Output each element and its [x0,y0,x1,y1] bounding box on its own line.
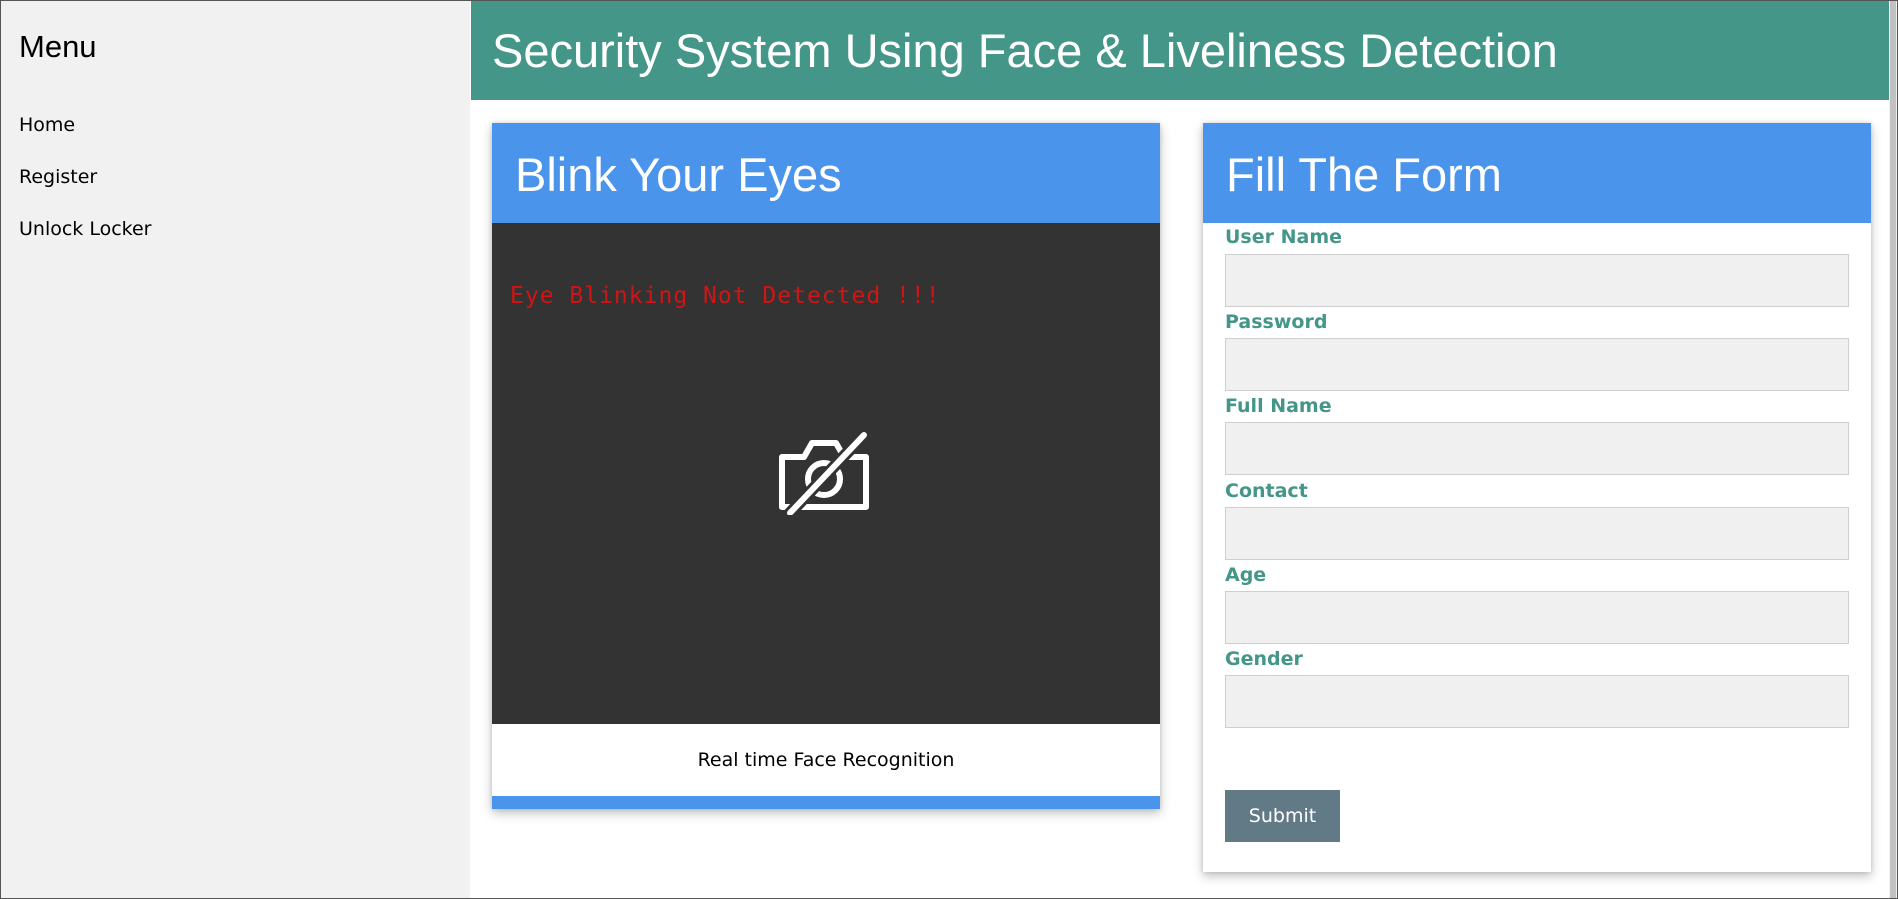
video-card: Blink Your Eyes Eye Blinking Not Detecte… [492,123,1160,809]
gender-label: Gender [1225,648,1303,670]
full-name-label: Full Name [1225,395,1332,417]
blink-status-text: Eye Blinking Not Detected !!! [510,283,941,309]
user-name-input[interactable] [1225,254,1849,307]
sidebar-title: Menu [19,29,97,64]
form-card: Fill The Form User Name Password Full Na… [1203,123,1871,872]
sidebar-item-unlock-locker[interactable]: Unlock Locker [19,218,152,240]
page-scrollbar[interactable] [1889,1,1897,898]
password-label: Password [1225,311,1328,333]
video-caption: Real time Face Recognition [697,749,955,771]
camera-off-icon [779,431,870,515]
page-header: Security System Using Face & Liveliness … [471,1,1895,100]
age-input[interactable] [1225,591,1849,644]
page-title: Security System Using Face & Liveliness … [492,24,1558,77]
contact-input[interactable] [1225,507,1849,560]
sidebar-item-register[interactable]: Register [19,166,97,188]
form-card-header: Fill The Form [1203,123,1871,223]
user-name-label: User Name [1225,226,1343,248]
password-input[interactable] [1225,338,1849,391]
scrollbar-thumb[interactable] [1890,1,1896,898]
form-card-title: Fill The Form [1226,148,1502,201]
sidebar: Menu Home Register Unlock Locker [1,1,470,898]
video-card-header: Blink Your Eyes [492,123,1160,223]
sidebar-item-home[interactable]: Home [19,114,75,136]
submit-button[interactable]: Submit [1225,790,1340,842]
age-label: Age [1225,564,1267,586]
gender-input[interactable] [1225,675,1849,728]
video-feed: Eye Blinking Not Detected !!! [492,223,1160,724]
full-name-input[interactable] [1225,422,1849,475]
video-card-footer-bar [492,796,1160,809]
contact-label: Contact [1225,480,1308,502]
video-card-title: Blink Your Eyes [515,148,842,201]
